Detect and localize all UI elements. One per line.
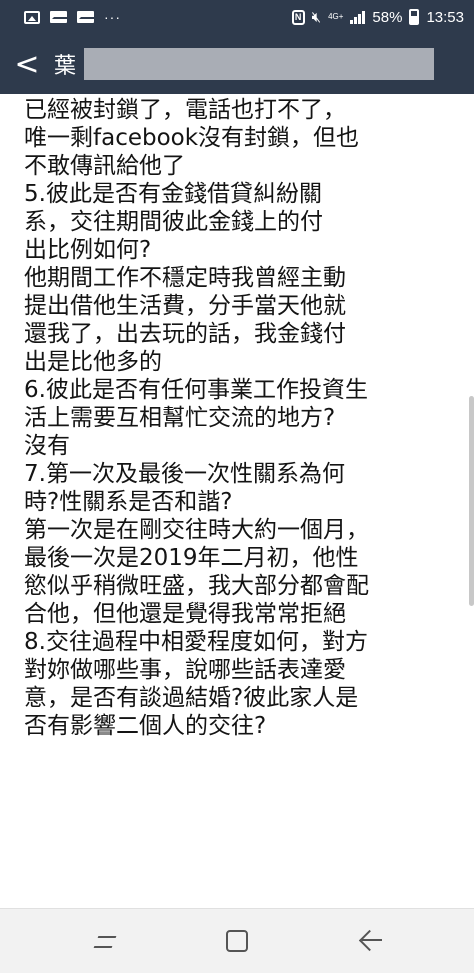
- home-icon[interactable]: [218, 927, 258, 957]
- navigation-bar: [0, 908, 474, 973]
- recent-apps-icon[interactable]: [90, 927, 130, 957]
- signal-icon: [350, 10, 366, 24]
- message-line: 提出借他生活費，分手當天他就: [24, 293, 346, 319]
- battery-percent: 58%: [372, 8, 403, 26]
- message-line: 7.第一次及最後一次性關系為何: [24, 461, 345, 487]
- clock: 13:53: [426, 8, 464, 26]
- message-line: 出比例如何?: [24, 237, 152, 263]
- mail-notification-icon: [50, 11, 67, 23]
- message-line: 沒有: [24, 433, 70, 459]
- mail-notification-icon: [77, 11, 94, 23]
- nfc-icon: N: [291, 9, 305, 25]
- battery-icon: [409, 9, 420, 25]
- mute-icon: 🔇︎: [311, 8, 322, 26]
- message-line: 最後一次是2019年二月初，他性: [24, 545, 359, 571]
- message-line: 已經被封鎖了，電話也打不了，: [24, 97, 346, 123]
- network-type: 4G+: [328, 12, 344, 21]
- message-line: 6.彼此是否有任何事業工作投資生: [24, 377, 368, 403]
- message-line: 否有影響二個人的交往?: [24, 713, 267, 739]
- status-bar: ··· N 🔇︎ 4G+ 58% 13:53: [0, 0, 474, 34]
- message-line: 系，交往期間彼此金錢上的付: [24, 209, 323, 235]
- message-line: 唯一剩facebook沒有封鎖，但也: [24, 125, 360, 151]
- chevron-left-icon: <: [14, 46, 40, 82]
- message-line: 時?性關系是否和諧?: [24, 489, 233, 515]
- message-line: 合他，但他還是覺得我常常拒絕: [24, 601, 346, 627]
- back-arrow-icon[interactable]: [350, 927, 390, 957]
- redacted-name: [84, 48, 435, 80]
- message-line: 不敢傳訊給他了: [24, 153, 185, 179]
- message-line: 慾似乎稍微旺盛，我大部分都會配: [24, 573, 369, 599]
- message-line: 8.交往過程中相愛程度如何，對方: [24, 629, 368, 655]
- message-line: 對妳做哪些事，說哪些話表達愛: [24, 657, 346, 683]
- scrollbar[interactable]: [469, 396, 474, 606]
- gallery-notification-icon: [24, 10, 40, 24]
- message-text: 已經被封鎖了，電話也打不了， 唯一剩facebook沒有封鎖，但也 不敢傳訊給他了 5…: [24, 96, 464, 740]
- more-notifications-icon: ···: [104, 9, 121, 25]
- back-button[interactable]: <: [0, 34, 54, 94]
- message-line: 第一次是在剛交往時大約一個月，: [24, 517, 369, 543]
- chat-header: < 葉: [0, 34, 474, 94]
- message-line: 5.彼此是否有金錢借貸糾紛關: [24, 181, 322, 207]
- message-line: 活上需要互相幫忙交流的地方?: [24, 405, 336, 431]
- message-line: 他期間工作不穩定時我曾經主動: [24, 265, 346, 291]
- message-line: 還我了，出去玩的話，我金錢付: [24, 321, 346, 347]
- message-line: 意，是否有談過結婚?彼此家人是: [24, 685, 359, 711]
- chat-title: 葉: [54, 54, 77, 79]
- message-line: 出是比他多的: [24, 349, 162, 375]
